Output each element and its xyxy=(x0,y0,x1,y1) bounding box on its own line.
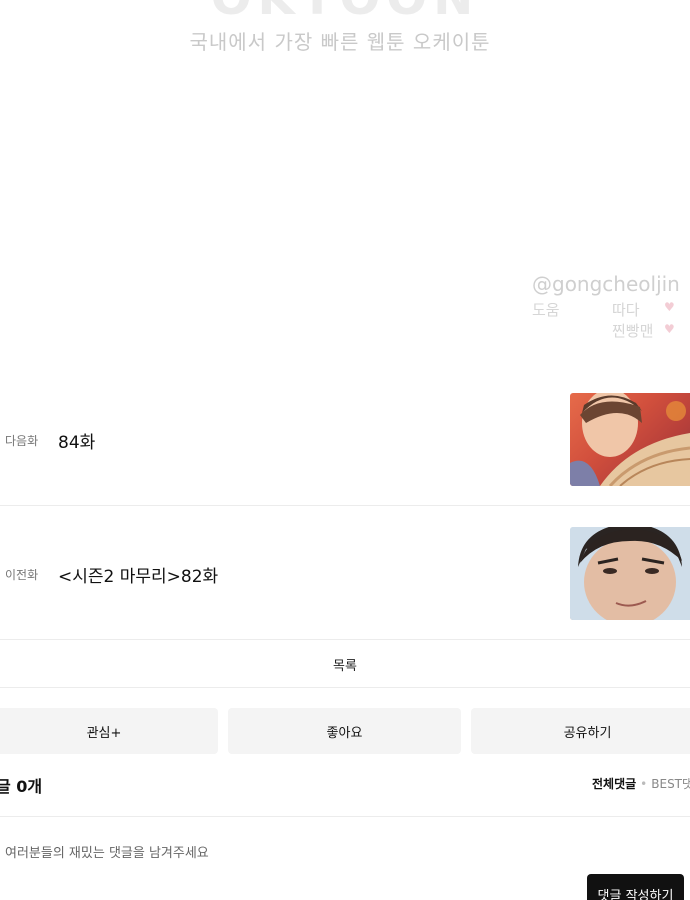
comment-tabs: 전체댓글 • BEST댓 xyxy=(592,775,690,792)
episode-list-link[interactable]: 목록 xyxy=(0,641,690,688)
next-episode-title: 84화 xyxy=(58,433,96,453)
credit-name-2: 찐빵맨 xyxy=(612,322,654,340)
tab-best-comments[interactable]: BEST댓 xyxy=(651,777,690,791)
like-button[interactable]: 좋아요 xyxy=(228,708,461,754)
comment-divider xyxy=(0,816,690,817)
comment-count: 글 0개 xyxy=(0,777,43,796)
previous-episode-tag: 이전화 xyxy=(5,568,39,582)
episode-list-label: 목록 xyxy=(333,659,357,674)
credit-name-1: 따다 xyxy=(612,301,640,319)
site-tagline: 국내에서 가장 빠른 웹툰 오케이툰 xyxy=(189,30,491,54)
subscribe-button[interactable]: 관심+ xyxy=(0,708,218,754)
like-label: 좋아요 xyxy=(326,726,363,741)
previous-episode-title: <시즌2 마무리>82화 xyxy=(58,567,219,587)
next-episode-thumbnail xyxy=(570,393,690,486)
tab-all-comments[interactable]: 전체댓글 xyxy=(592,777,636,791)
share-label: 공유하기 xyxy=(563,726,612,741)
subscribe-label: 관심+ xyxy=(86,726,122,741)
site-logo-watermark: OKTOON xyxy=(0,0,690,26)
heart-icon: ♥ xyxy=(664,300,675,314)
tab-separator: • xyxy=(640,777,648,791)
share-button[interactable]: 공유하기 xyxy=(471,708,690,754)
next-episode-row[interactable]: 다음화 84화 xyxy=(0,372,690,506)
write-comment-button[interactable]: 댓글 작성하기 xyxy=(587,874,684,900)
comment-input[interactable]: 여러분들의 재밌는 댓글을 남겨주세요 xyxy=(5,842,209,861)
write-comment-label: 댓글 작성하기 xyxy=(597,889,674,900)
credit-handle: @gongcheoljin xyxy=(532,272,680,296)
next-episode-tag: 다음화 xyxy=(5,434,39,448)
previous-episode-row[interactable]: 이전화 <시즌2 마무리>82화 xyxy=(0,506,690,640)
credit-help-label: 도움 xyxy=(532,301,560,319)
heart-icon: ♥ xyxy=(664,322,675,336)
previous-episode-thumbnail xyxy=(570,527,690,620)
